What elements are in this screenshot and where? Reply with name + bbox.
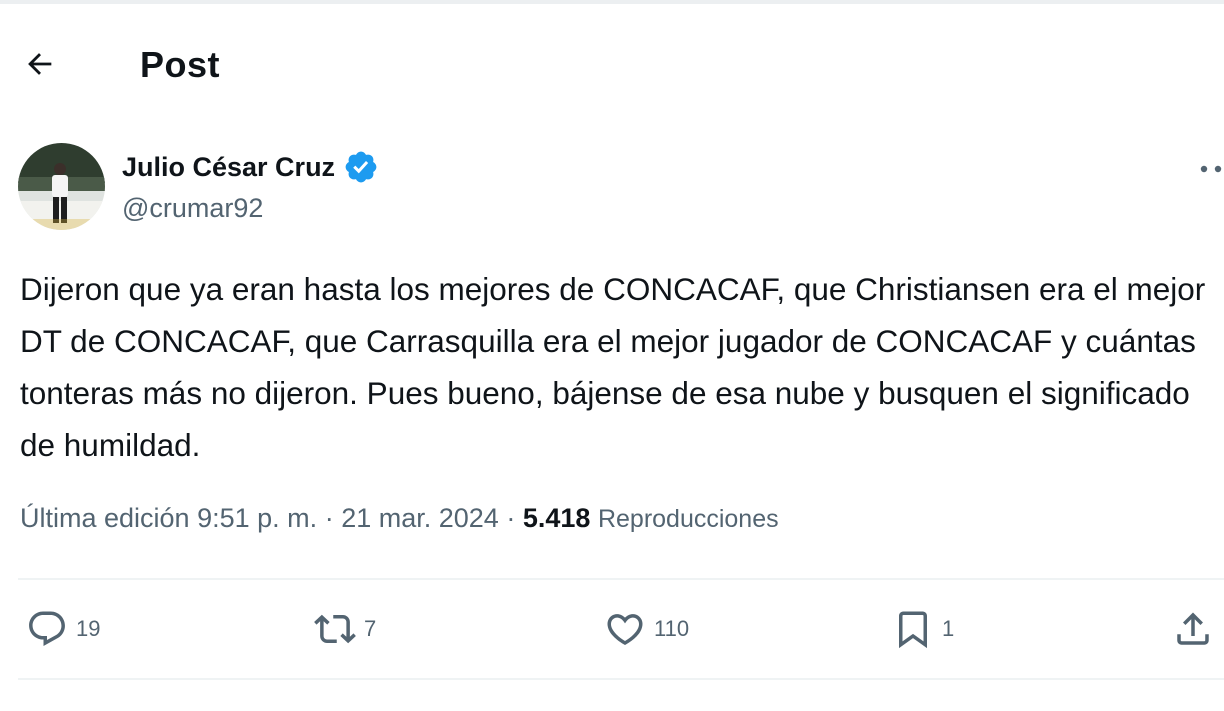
bookmark-button[interactable]: 1: [892, 608, 954, 650]
verified-badge-icon[interactable]: [343, 149, 379, 185]
reply-button[interactable]: 19: [26, 608, 100, 650]
bookmark-icon: [899, 611, 927, 649]
more-icon: [1200, 165, 1222, 173]
avatar[interactable]: [18, 143, 105, 230]
repost-count: 7: [364, 616, 377, 641]
views-count: 5.418: [522, 503, 591, 533]
more-options-button[interactable]: [1194, 147, 1224, 187]
page-title: Post: [140, 44, 221, 85]
edited-label[interactable]: Última edición: [20, 503, 190, 533]
meta-separator: ·: [324, 503, 334, 533]
repost-button[interactable]: 7: [314, 608, 376, 650]
tweet-author: Julio César Cruz @crumar92: [18, 143, 1222, 233]
avatar-photo: [18, 143, 105, 230]
tweet-time[interactable]: 9:51 p. m.: [197, 503, 317, 533]
user-handle[interactable]: @crumar92: [122, 193, 263, 224]
tweet-text: Dijeron que ya eran hasta los mejores de…: [20, 271, 1206, 463]
heart-icon: [607, 614, 643, 646]
page-header: Post: [0, 30, 1224, 98]
name-row: Julio César Cruz: [122, 149, 379, 185]
reply-count: 19: [76, 616, 101, 641]
share-icon: [1177, 612, 1209, 645]
tweet-date[interactable]: 21 mar. 2024: [341, 503, 499, 533]
divider: [18, 578, 1224, 580]
tweet-meta: Última edición 9:51 p. m. · 21 mar. 2024…: [20, 503, 779, 534]
action-bar: 19 7 110 1: [0, 600, 1224, 664]
views-label: Reproducciones: [597, 505, 779, 533]
back-button[interactable]: [18, 42, 62, 86]
top-border: [0, 0, 1224, 4]
meta-separator: ·: [506, 503, 516, 533]
like-button[interactable]: 110: [604, 608, 689, 650]
like-count: 110: [654, 616, 690, 641]
display-name[interactable]: Julio César Cruz: [122, 152, 335, 183]
divider: [18, 678, 1224, 680]
reply-icon: [29, 611, 65, 646]
repost-icon: [314, 614, 356, 644]
arrow-left-icon: [28, 53, 52, 75]
share-button[interactable]: [1172, 608, 1214, 650]
bookmark-count: 1: [942, 616, 955, 641]
